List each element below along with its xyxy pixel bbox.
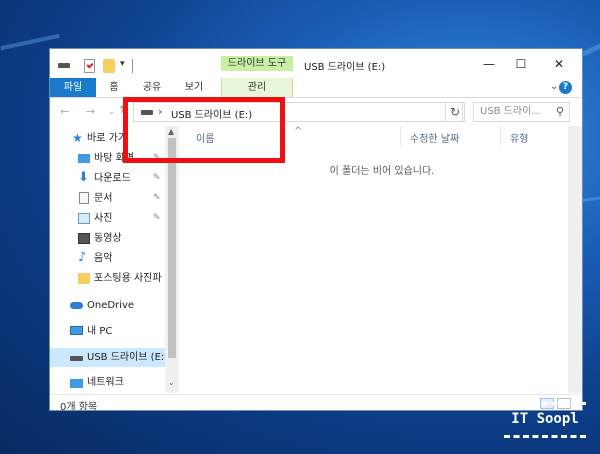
scroll-down-icon[interactable]: ⌄ — [168, 378, 175, 387]
new-folder-icon[interactable] — [103, 59, 115, 73]
nav-item-label: 바로 가기 — [87, 133, 127, 144]
ribbon-tabs: 파일 홈 공유 보기 관리 ⌄ ? — [50, 78, 582, 98]
tab-share[interactable]: 공유 — [136, 78, 168, 97]
star-icon: ★ — [72, 131, 83, 145]
nav-item-label: 다운로드 — [94, 173, 131, 184]
item-count: 0개 항목 — [60, 402, 98, 411]
watermark-dash-bottom — [504, 435, 586, 438]
tab-view[interactable]: 보기 — [178, 78, 210, 97]
search-icon: ⚲ — [555, 105, 564, 118]
nav-item-label: 문서 — [94, 193, 113, 204]
pc-icon — [70, 326, 83, 335]
nav-item-label: 음악 — [94, 253, 113, 264]
nav-item-label: USB 드라이브 (E:) — [87, 352, 165, 363]
column-divider — [500, 126, 501, 146]
nav-item-usb-drive[interactable]: USB 드라이브 (E:) — [50, 348, 165, 367]
tab-file[interactable]: 파일 — [50, 78, 96, 97]
watermark-text: IT Soopl — [511, 411, 579, 427]
nav-item-label: 네트워크 — [87, 377, 124, 388]
pictures-icon — [78, 213, 90, 224]
back-button[interactable]: ← — [60, 105, 69, 118]
search-placeholder: USB 드라이... — [480, 106, 541, 117]
close-button[interactable]: ✕ — [544, 55, 574, 73]
sort-indicator-icon: ^ — [294, 126, 303, 137]
nav-item-label: 포스팅용 사진파 — [94, 273, 162, 284]
pin-icon: ✎ — [153, 173, 161, 183]
nav-item-videos[interactable]: 동영상 — [50, 229, 165, 248]
folder-icon — [78, 273, 90, 284]
help-icon[interactable]: ? — [559, 81, 572, 94]
drive-small-icon — [58, 63, 70, 68]
document-icon — [79, 192, 89, 204]
search-input[interactable]: USB 드라이... ⚲ — [473, 102, 570, 122]
desktop-icon — [78, 154, 90, 163]
nav-item-music[interactable]: ♪ 음악 — [50, 249, 165, 268]
quick-access-dropdown-icon[interactable]: ▾ — [120, 59, 130, 73]
column-header-modified[interactable]: 수정한 날짜 — [410, 130, 459, 145]
column-header-type[interactable]: 유형 — [510, 130, 528, 145]
usb-drive-icon — [70, 356, 83, 361]
highlight-box — [123, 97, 285, 163]
content-scrollbar[interactable] — [568, 126, 582, 393]
nav-item-onedrive[interactable]: OneDrive — [50, 296, 165, 315]
network-icon — [70, 379, 83, 388]
file-list: 이름 ^ 수정한 날짜 유형 이 폴더는 비어 있습니다. — [180, 126, 582, 393]
watermark-dash-top — [504, 402, 586, 405]
watermark: IT Soopl — [504, 402, 586, 438]
nav-item-label: OneDrive — [87, 300, 135, 311]
recent-dropdown-icon[interactable]: ⌄ — [108, 107, 115, 116]
refresh-button[interactable]: ↻ — [445, 102, 465, 122]
title-bar: ▾ 드라이브 도구 USB 드라이브 (E:) — ☐ ✕ — [50, 49, 582, 79]
pin-icon: ✎ — [153, 193, 161, 203]
forward-button[interactable]: → — [86, 105, 95, 118]
scroll-thumb[interactable] — [168, 138, 176, 358]
music-icon: ♪ — [78, 250, 87, 265]
nav-item-documents[interactable]: 문서 ✎ — [50, 189, 165, 208]
tab-manage[interactable]: 관리 — [221, 78, 293, 97]
navigation-pane: ★ 바로 가기 바탕 화면 ✎ ⬇ 다운로드 ✎ 문서 ✎ 사진 ✎ 동영상 ♪ — [50, 126, 165, 393]
column-divider — [400, 126, 401, 146]
nav-item-label: 사진 — [94, 213, 113, 224]
title-divider — [132, 59, 133, 73]
collapse-ribbon-icon[interactable]: ⌄ — [550, 81, 558, 92]
nav-item-network[interactable]: 네트워크 — [50, 373, 165, 392]
tab-home[interactable]: 홈 — [100, 78, 128, 97]
nav-item-pictures[interactable]: 사진 ✎ — [50, 209, 165, 228]
pin-icon: ✎ — [153, 213, 161, 223]
nav-item-label: 동영상 — [94, 233, 122, 244]
minimize-button[interactable]: — — [474, 55, 504, 73]
video-icon — [78, 233, 90, 244]
nav-item-label: 내 PC — [87, 326, 113, 337]
maximize-button[interactable]: ☐ — [506, 55, 536, 73]
window-title: USB 드라이브 (E:) — [304, 62, 386, 73]
nav-scrollbar[interactable]: ▲ ⌄ — [165, 126, 179, 393]
cloud-icon — [70, 302, 83, 309]
nav-item-posting-photos[interactable]: 포스팅용 사진파 — [50, 269, 165, 288]
status-bar: 0개 항목 — [50, 394, 582, 411]
nav-item-downloads[interactable]: ⬇ 다운로드 ✎ — [50, 169, 165, 188]
drive-tools-tab: 드라이브 도구 — [221, 56, 293, 71]
properties-icon[interactable] — [84, 59, 95, 73]
download-icon: ⬇ — [78, 170, 89, 185]
empty-folder-message: 이 폴더는 비어 있습니다. — [329, 166, 435, 177]
nav-item-this-pc[interactable]: 내 PC — [50, 322, 165, 341]
